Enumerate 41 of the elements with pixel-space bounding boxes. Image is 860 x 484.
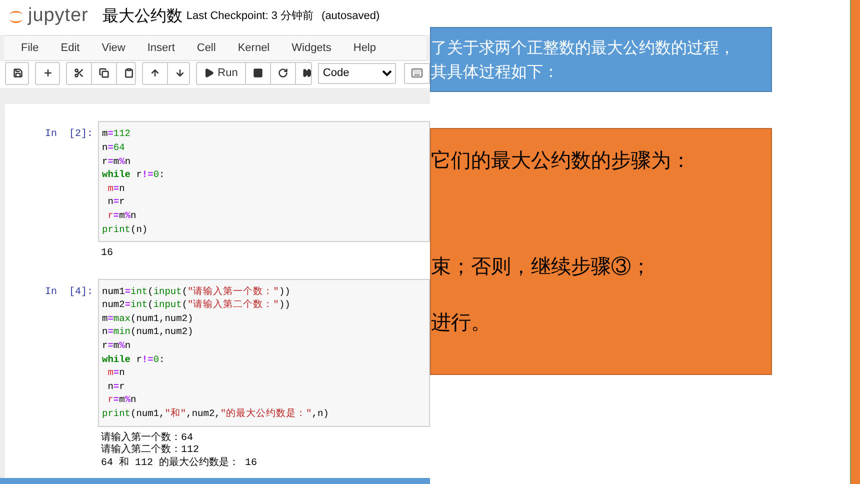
- cell-prompt: In [4]:: [44, 286, 94, 300]
- menu-item[interactable]: Widgets: [280, 40, 342, 56]
- copy-icon: [98, 68, 109, 78]
- restart-icon: [278, 68, 288, 78]
- keyboard-icon: [411, 67, 423, 80]
- play-icon: [204, 68, 214, 78]
- box-text-line: 进行。: [431, 309, 492, 336]
- down-button[interactable]: [167, 62, 189, 84]
- output-line: 请输入第二个数：112: [101, 445, 200, 456]
- plus-icon: [43, 68, 54, 78]
- output-line: 16: [101, 248, 114, 261]
- menu-item[interactable]: Cell: [186, 40, 227, 56]
- menu-item[interactable]: Help: [342, 40, 387, 56]
- fast-forward-icon: [302, 68, 311, 78]
- output-line: 请输入第一个数：64: [101, 432, 194, 444]
- menu-item[interactable]: File: [10, 40, 50, 56]
- notebook-title[interactable]: 最大公约数: [102, 4, 182, 29]
- checkpoint-text: Last Checkpoint: 3 分钟前: [186, 9, 314, 24]
- menu-item[interactable]: Edit: [50, 40, 91, 56]
- paste-button[interactable]: [116, 62, 136, 84]
- logo-text: jupyter: [28, 4, 88, 28]
- menu-item[interactable]: Kernel: [226, 40, 281, 56]
- cell-prompt: In [2]:: [44, 128, 94, 142]
- scissors-icon: [74, 68, 84, 78]
- arrow-down-icon: [175, 68, 186, 78]
- box-text-line: 了关于求两个正整数的最大公约数的过程，: [431, 36, 736, 58]
- code-cell[interactable]: num1=int(input("请输入第一个数：")) num2=int(input("请输入第二个数：")) m=max(num1,num2) n=min(num1,num2) r=m%n while r!=0: m=n n=r r=m%n print(num1,"和",num2,"的最大公约数是：",n): [98, 278, 430, 427]
- box-text-line: 其具体过程如下：: [431, 60, 560, 82]
- clipboard-icon: [124, 68, 134, 78]
- arrow-up-icon: [150, 68, 160, 78]
- output-line: 64 和 112 的最大公约数是： 16: [101, 458, 258, 470]
- box-text-line: 它们的最大公约数的步骤为：: [431, 147, 692, 174]
- box-text-line: 束；否则，继续步骤③；: [431, 253, 652, 280]
- cell-type-dropdown[interactable]: Code: [318, 62, 396, 84]
- menu-item[interactable]: Insert: [136, 40, 186, 56]
- autosave-text: (autosaved): [322, 9, 380, 24]
- code-cell[interactable]: m=112 n=64 r=m%n while r!=0: m=n n=r r=m%n print(n): [98, 121, 430, 242]
- keyboard-button[interactable]: [404, 62, 430, 84]
- save-icon: [13, 68, 23, 78]
- menu-item[interactable]: View: [90, 40, 136, 56]
- stop-icon: [252, 68, 263, 78]
